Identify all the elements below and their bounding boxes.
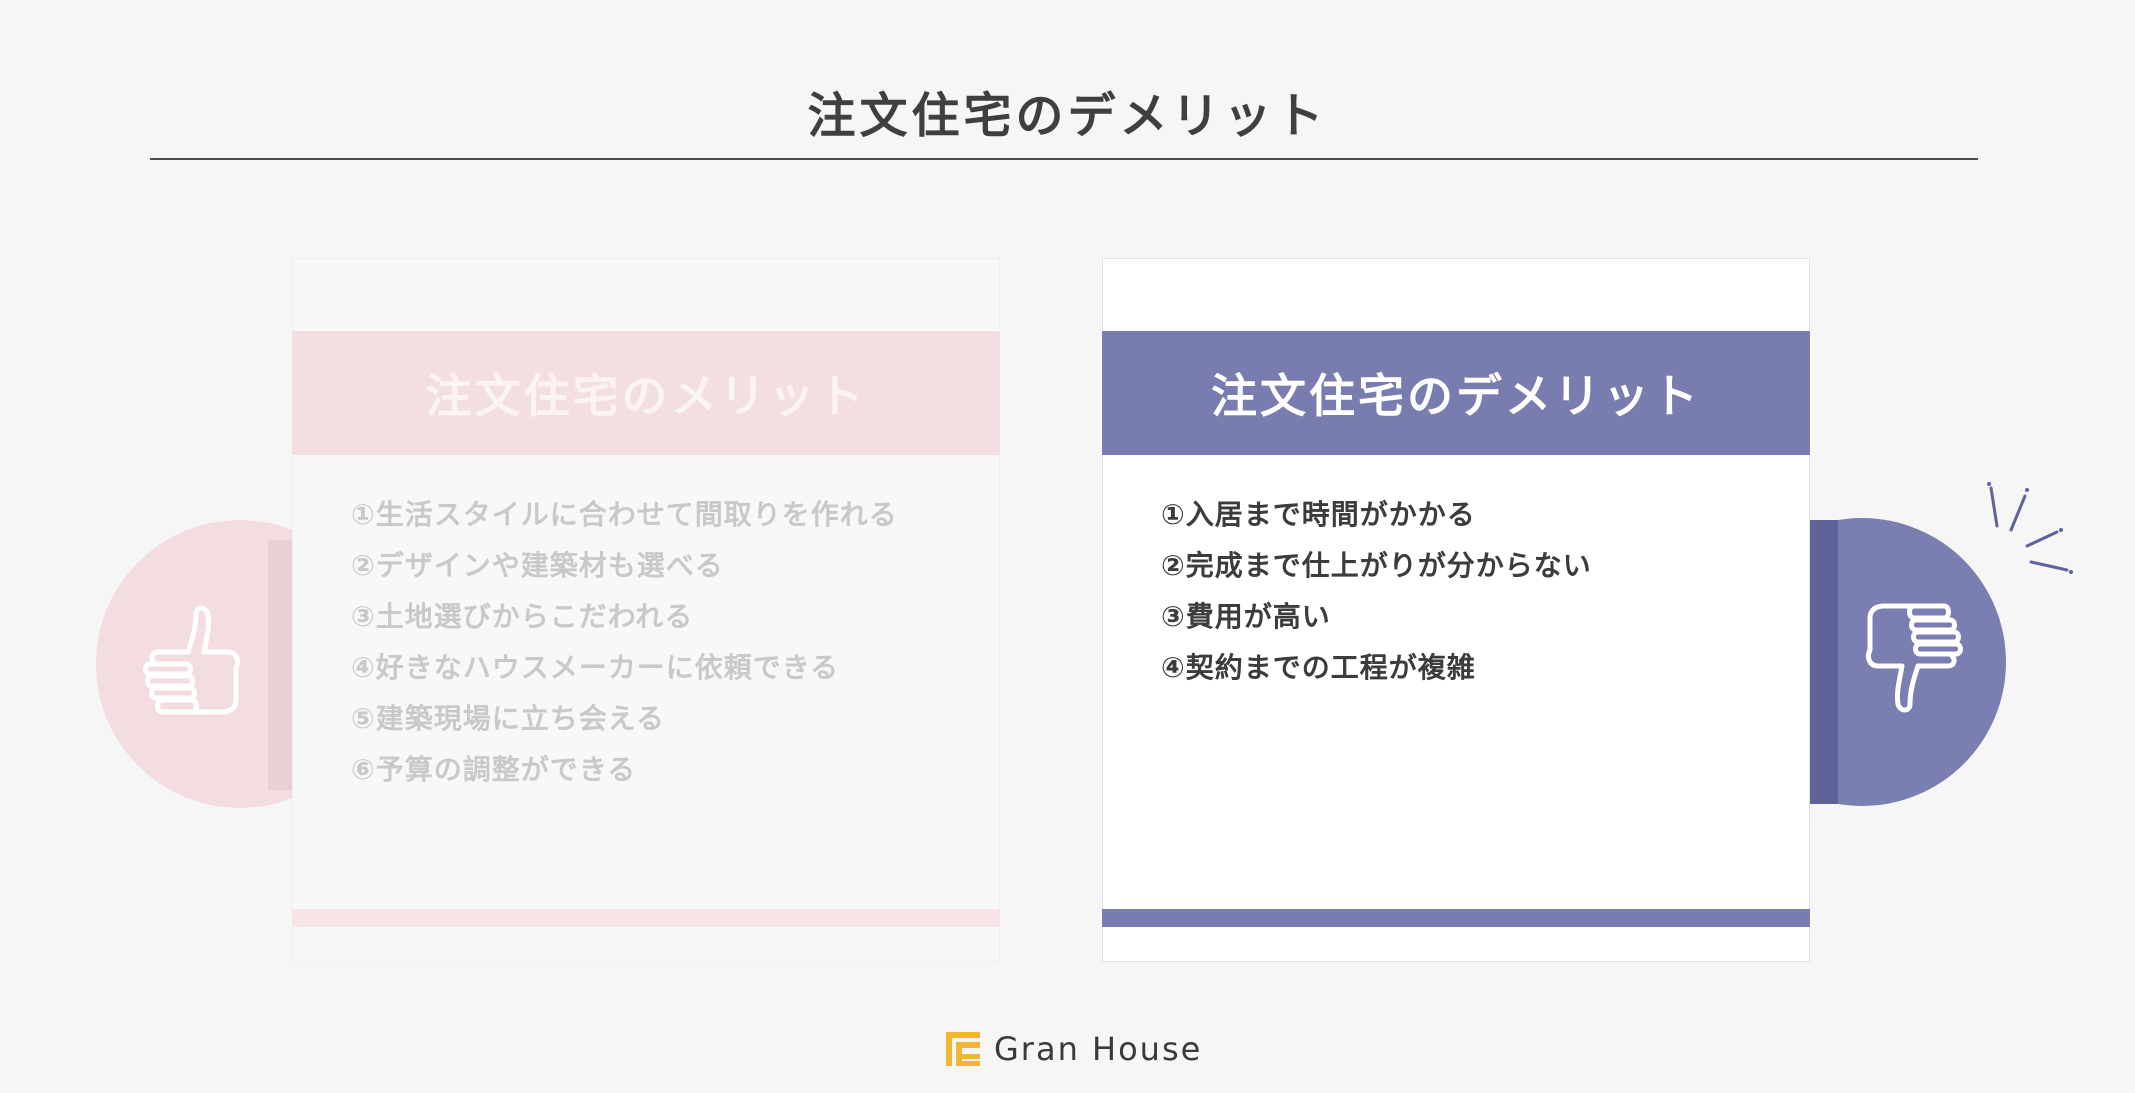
page-title: 注文住宅のデメリット [807, 88, 1328, 144]
list-item: ④契約までの工程が複雑 [1161, 651, 1476, 684]
demerit-card-footer-bar [1102, 909, 1810, 927]
merit-card-title: 注文住宅のメリット [292, 331, 1000, 455]
list-item: ②完成まで仕上がりが分からない [1161, 549, 1592, 582]
demerit-circle-shade [1810, 520, 1838, 804]
thumbs-up-icon [143, 605, 241, 715]
list-item: ①生活スタイルに合わせて間取りを作れる [351, 498, 898, 531]
merit-card-footer-bar [292, 909, 1000, 927]
list-item: ③費用が高い [1161, 600, 1331, 633]
list-item: ④好きなハウスメーカーに依頼できる [351, 651, 840, 684]
demerit-card-title: 注文住宅のデメリット [1102, 331, 1810, 455]
merit-card: 注文住宅のメリット ①生活スタイルに合わせて間取りを作れる ②デザインや建築材も… [292, 258, 1000, 962]
list-item: ⑤建築現場に立ち会える [351, 702, 665, 735]
demerit-list: ①入居まで時間がかかる ②完成まで仕上がりが分からない ③費用が高い ④契約まで… [1161, 489, 1592, 693]
list-item: ③土地選びからこだわれる [351, 600, 694, 633]
list-item: ⑥予算の調整ができる [351, 753, 637, 786]
list-item: ②デザインや建築材も選べる [351, 549, 724, 582]
list-item: ①入居まで時間がかかる [1161, 498, 1476, 531]
thumbs-down-icon [1865, 603, 1963, 713]
sparkle-decoration [1987, 482, 2073, 574]
merit-list: ①生活スタイルに合わせて間取りを作れる ②デザインや建築材も選べる ③土地選びか… [351, 489, 898, 795]
brand-name: Gran House [994, 1030, 1203, 1068]
brand-logo-icon [946, 1032, 980, 1066]
title-divider [150, 158, 1978, 160]
brand-footer: Gran House [946, 1030, 1202, 1068]
demerit-card: 注文住宅のデメリット ①入居まで時間がかかる ②完成まで仕上がりが分からない ③… [1102, 258, 1810, 962]
